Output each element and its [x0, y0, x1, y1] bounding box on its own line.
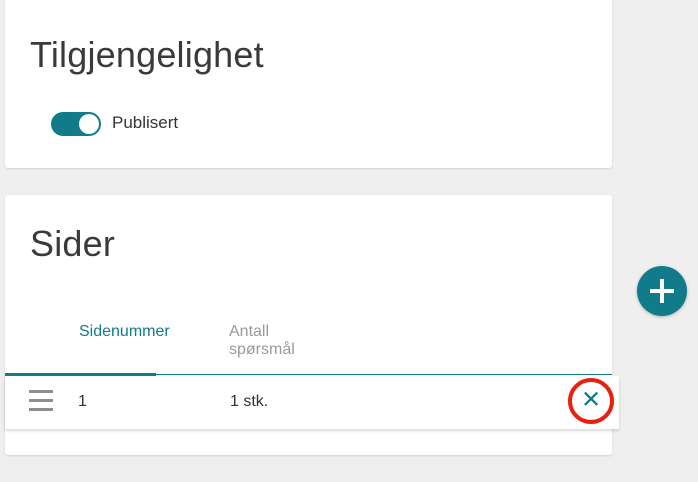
- published-toggle[interactable]: [51, 112, 101, 136]
- question-count-cell: 1 stk.: [230, 393, 269, 410]
- remove-row-button[interactable]: ✕: [568, 378, 614, 424]
- drag-handle-icon[interactable]: [29, 390, 53, 412]
- availability-title: Tilgjengelighet: [30, 34, 264, 75]
- column-header-question-count[interactable]: Antall spørsmål: [229, 323, 319, 359]
- header-divider: [156, 374, 612, 375]
- toggle-knob: [79, 114, 99, 134]
- availability-card: Tilgjengelighet Publisert: [5, 0, 612, 168]
- pages-card: Sider Sidenummer Antall spørsmål 1 1 stk…: [5, 195, 619, 455]
- add-page-button[interactable]: [637, 266, 687, 316]
- table-row: 1 1 stk. ✕: [5, 376, 619, 429]
- column-header-page-number[interactable]: Sidenummer: [79, 323, 183, 341]
- close-icon: ✕: [580, 386, 602, 414]
- page-number-cell: 1: [78, 393, 87, 410]
- published-label: Publisert: [112, 113, 179, 132]
- pages-title: Sider: [30, 223, 116, 264]
